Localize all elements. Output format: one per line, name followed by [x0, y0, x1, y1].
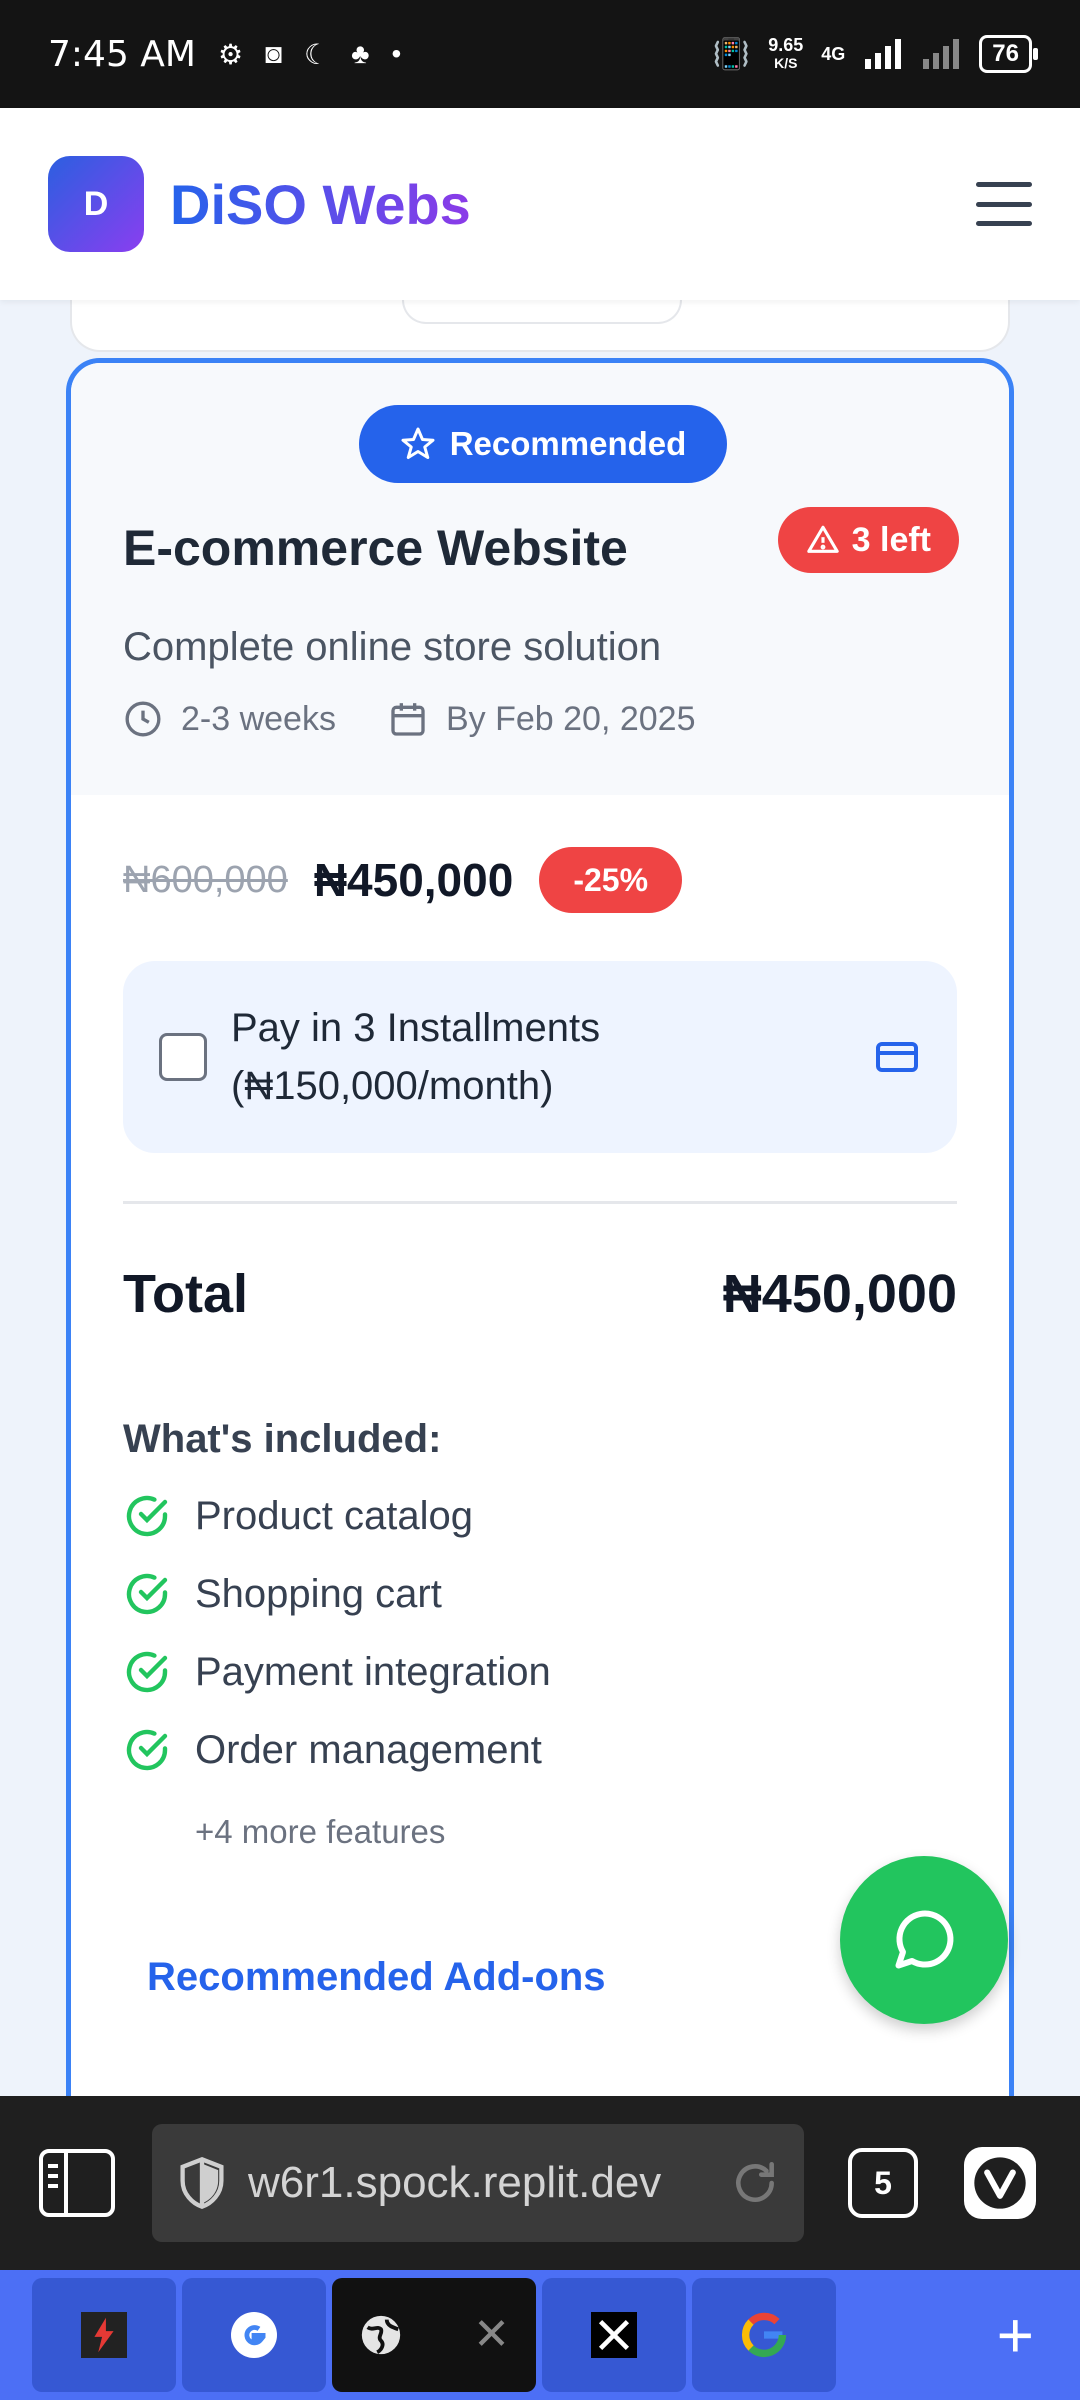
discount-badge: -25% — [539, 847, 683, 913]
feature-item: Payment integration — [123, 1633, 551, 1711]
check-circle-icon — [123, 1726, 171, 1774]
tab-item[interactable] — [32, 2278, 176, 2392]
screenshot-icon: ◙ — [265, 38, 283, 69]
deadline: By Feb 20, 2025 — [388, 699, 695, 739]
network-type: 4G — [821, 43, 846, 64]
more-features[interactable]: +4 more features — [195, 1813, 445, 1851]
feature-item: Product catalog — [123, 1477, 551, 1555]
original-price: ₦600,000 — [123, 858, 288, 901]
divider — [123, 1201, 957, 1204]
reload-icon[interactable] — [730, 2158, 780, 2208]
status-bar: 7:45 AM ⚙ ◙ ☾ ♣ • 📳 9.65 K/S 4G 76 — [0, 0, 1080, 108]
signal-icon — [865, 39, 902, 69]
package-meta: 2-3 weeks By Feb 20, 2025 — [123, 699, 747, 739]
stock-badge: 3 left — [777, 507, 959, 573]
calendar-icon — [391, 703, 425, 736]
tab-item[interactable] — [182, 2278, 326, 2392]
star-icon — [401, 427, 435, 459]
new-tab-icon[interactable]: + — [997, 2303, 1034, 2367]
battery-indicator: 76 — [979, 35, 1038, 73]
check-circle-icon — [123, 1492, 171, 1540]
x-twitter-icon — [591, 2312, 637, 2358]
app-notification-icon: ⚙ — [217, 38, 244, 70]
installment-checkbox[interactable] — [159, 1033, 207, 1081]
total-value: ₦450,000 — [722, 1264, 957, 1324]
chat-bubble-icon — [895, 1910, 954, 1969]
feature-item: Shopping cart — [123, 1555, 551, 1633]
total-label: Total — [123, 1264, 248, 1324]
globe-icon — [361, 2315, 401, 2355]
package-card-header: Recommended E-commerce Website 3 left Co… — [71, 363, 1009, 795]
duration: 2-3 weeks — [123, 699, 336, 739]
close-tab-icon[interactable]: ✕ — [473, 2313, 510, 2357]
recommended-addons-link[interactable]: Recommended Add-ons — [147, 1955, 606, 2000]
app-favicon-icon — [81, 2312, 127, 2358]
vibrate-icon: 📳 — [712, 37, 751, 71]
tab-item[interactable] — [542, 2278, 686, 2392]
tab-item[interactable] — [692, 2278, 836, 2392]
current-price: ₦450,000 — [313, 854, 514, 906]
feature-list: Product catalog Shopping cart Payment in… — [123, 1477, 551, 1789]
status-time: 7:45 AM — [48, 33, 196, 75]
logo[interactable]: D — [48, 156, 144, 252]
recommended-badge: Recommended — [359, 405, 727, 483]
package-title: E-commerce Website — [123, 520, 628, 576]
check-circle-icon — [123, 1648, 171, 1696]
signal-icon — [923, 39, 960, 69]
check-circle-icon — [123, 1570, 171, 1618]
brand-name[interactable]: DiSO Webs — [170, 172, 471, 237]
shield-icon[interactable] — [176, 2155, 228, 2211]
url-text[interactable]: w6r1.spock.replit.dev — [248, 2158, 710, 2208]
feature-item: Order management — [123, 1711, 551, 1789]
more-notifications-icon: • — [391, 38, 402, 69]
chat-button[interactable] — [840, 1856, 1008, 2024]
browser-toolbar: w6r1.spock.replit.dev 5 — [0, 2096, 1080, 2270]
net-speed: 9.65 K/S — [768, 35, 804, 71]
installment-option[interactable]: Pay in 3 Installments (₦150,000/month) — [123, 961, 957, 1153]
google-icon — [231, 2312, 277, 2358]
menu-icon[interactable] — [976, 182, 1032, 226]
google-icon — [742, 2312, 787, 2358]
tab-strip: ✕ + — [0, 2270, 1080, 2400]
app-header: D DiSO Webs — [0, 108, 1080, 300]
app-notification-icon: ♣ — [351, 38, 370, 69]
vivaldi-menu-icon[interactable] — [964, 2147, 1036, 2219]
package-description: Complete online store solution — [123, 625, 662, 669]
tab-count-button[interactable]: 5 — [848, 2148, 918, 2218]
app-notification-icon: ☾ — [304, 38, 330, 70]
notification-icons: ⚙ ◙ ☾ ♣ • — [218, 38, 401, 71]
credit-card-icon — [876, 1042, 918, 1072]
clock-icon — [125, 701, 161, 737]
included-title: What's included: — [123, 1417, 442, 1461]
tab-item-active[interactable]: ✕ — [332, 2278, 536, 2392]
address-bar[interactable]: w6r1.spock.replit.dev — [152, 2124, 804, 2242]
warning-icon — [806, 525, 839, 553]
installment-label[interactable]: Pay in 3 Installments (₦150,000/month) — [231, 999, 600, 1115]
sidebar-panel-icon[interactable] — [38, 2148, 116, 2218]
price-row: ₦600,000 ₦450,000 -25% — [123, 847, 683, 913]
